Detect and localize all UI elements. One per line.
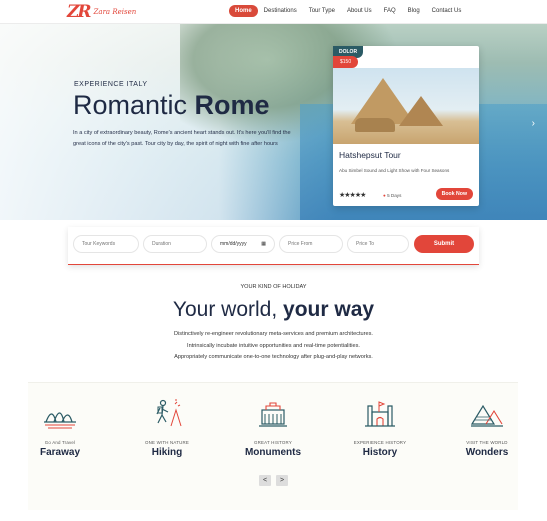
category-history[interactable]: EXPERIENCE HISTORY History (335, 398, 425, 458)
hero-description: In a city of extraordinary beauty, Rome'… (73, 130, 291, 147)
category-monuments[interactable]: GREAT HISTORY Monuments (228, 398, 318, 458)
intro-title-plain: Your world, (172, 298, 284, 321)
tour-keywords-input[interactable] (73, 235, 139, 253)
tour-days-label: 5 Days (387, 193, 402, 198)
category-hiking-caption: ONE WITH NATURE (145, 440, 189, 445)
hero-title-plain: Romantic (73, 90, 195, 120)
category-wonders-title: Wonders (465, 447, 509, 458)
nav-about-us[interactable]: About Us (341, 5, 378, 17)
carousel-next-button[interactable]: > (276, 475, 288, 486)
pyramid-small (399, 96, 443, 126)
hero-title-highlight: Rome (194, 90, 270, 120)
tour-price-badge: $150 (333, 56, 359, 68)
tour-duration: ● 5 Days (383, 193, 401, 198)
carousel-prev-button[interactable]: < (259, 475, 271, 486)
tour-card[interactable]: DOLOR $150 Hatshepsut Tour Abu Simbel So… (333, 46, 479, 206)
tour-rating-stars: ★★★★★ (339, 192, 366, 199)
intro-line-2: Intrinsically incubate intuitive opportu… (187, 343, 360, 349)
date-input[interactable]: mm/dd/yyyy ▦ (211, 235, 275, 253)
price-to-input[interactable] (347, 235, 409, 253)
nav-contact-us[interactable]: Contact Us (426, 5, 468, 17)
date-value: mm/dd/yyyy (220, 241, 247, 247)
logo-text: Zara Reisen (93, 8, 137, 16)
nav-home[interactable]: Home (229, 5, 258, 17)
category-hiking-title: Hiking (151, 447, 183, 458)
tour-subtitle: Abu Simbel Sound and Light Show with Fou… (339, 168, 450, 173)
category-hiking[interactable]: ONE WITH NATURE Hiking (122, 398, 212, 458)
category-wonders-caption: VISIT THE WORLD (466, 440, 508, 445)
pyramids-icon (470, 404, 503, 427)
tour-name[interactable]: Hatshepsut Tour (339, 150, 401, 160)
top-navbar: ZR Zara Reisen Home Destinations Tour Ty… (0, 0, 547, 24)
brand-logo[interactable]: ZR Zara Reisen (67, 2, 136, 22)
hero-title: Romantic Rome (73, 90, 270, 121)
intro-title: Your world, your way (0, 298, 547, 322)
nav-tour-type[interactable]: Tour Type (303, 5, 341, 17)
categories-section: Go And Travel Faraway ONE WITH NATURE Hi… (28, 382, 518, 510)
hero-eyebrow: EXPERIENCE ITALY (74, 81, 148, 88)
category-history-caption: EXPERIENCE HISTORY (353, 440, 407, 445)
price-from-input[interactable] (279, 235, 343, 253)
category-monuments-title: Monuments (244, 447, 302, 458)
monument-icon (259, 402, 287, 427)
opera-house-icon (44, 412, 76, 429)
intro-line-1: Distinctively re-engineer revolutionary … (174, 331, 373, 337)
category-wonders[interactable]: VISIT THE WORLD Wonders (442, 398, 532, 458)
category-faraway-title: Faraway (39, 447, 81, 458)
category-faraway[interactable]: Go And Travel Faraway (15, 398, 105, 458)
nav-faq[interactable]: FAQ (378, 5, 402, 17)
logo-mark: ZR (67, 2, 92, 22)
intro-eyebrow: YOUR KIND OF HOLIDAY (240, 284, 307, 290)
book-now-button[interactable]: Book Now (435, 188, 473, 200)
category-faraway-caption: Go And Travel (44, 440, 76, 445)
tour-card-image (333, 68, 479, 144)
intro-title-highlight: your way (283, 298, 375, 321)
category-monuments-caption: GREAT HISTORY (254, 440, 292, 445)
intro-line-3: Appropriately communicate one-to-one tec… (174, 354, 373, 360)
category-history-title: History (362, 447, 398, 458)
nav-destinations[interactable]: Destinations (258, 5, 303, 17)
hiker-icon (156, 399, 182, 427)
duration-input[interactable] (143, 235, 207, 253)
hero-next-arrow-icon[interactable]: › (532, 118, 535, 129)
sphinx-shape (355, 118, 395, 132)
calendar-icon: ▦ (261, 241, 266, 247)
submit-button[interactable]: Submit (414, 235, 474, 253)
nav-blog[interactable]: Blog (402, 5, 426, 17)
tour-search-form: mm/dd/yyyy ▦ Submit (68, 227, 479, 265)
castle-icon (365, 401, 395, 427)
main-menu: Home Destinations Tour Type About Us FAQ… (229, 5, 467, 17)
